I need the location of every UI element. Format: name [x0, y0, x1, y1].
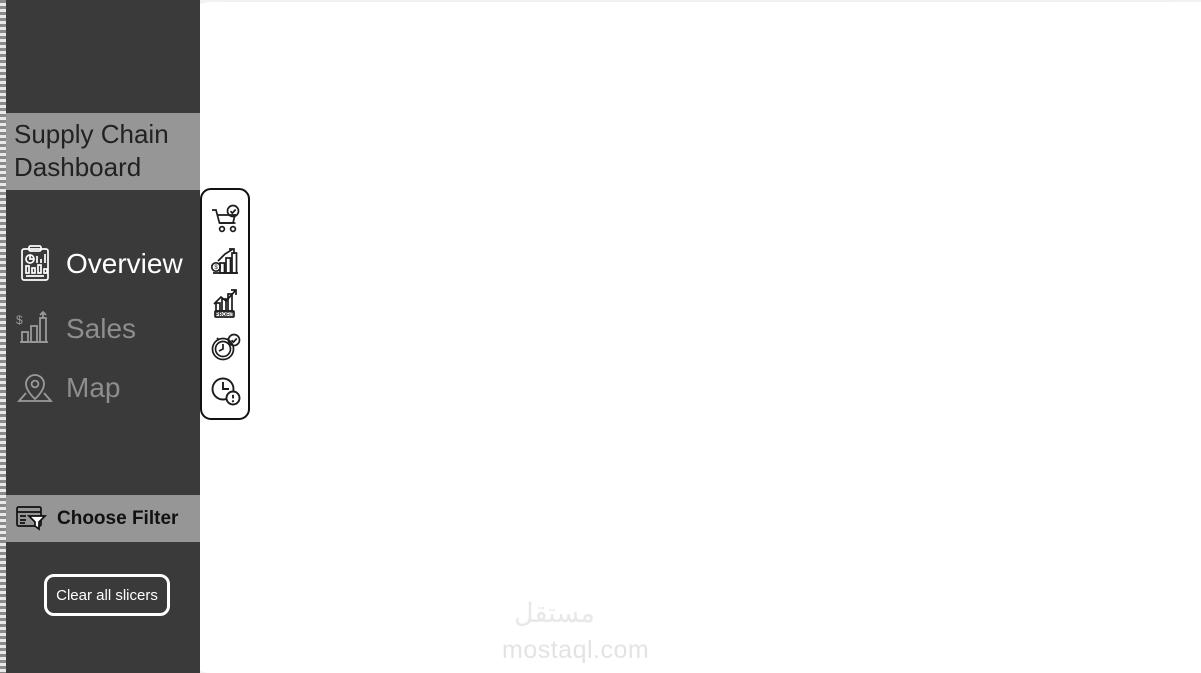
shopping-cart-check-icon	[209, 202, 242, 235]
sidebar-item-overview[interactable]: Overview	[6, 238, 200, 290]
sidebar-title: Supply Chain Dashboard	[6, 113, 200, 190]
left-sidebar: Supply Chain Dashboard Overview	[6, 0, 200, 673]
choose-filter-section[interactable]: Choose Filter	[6, 495, 200, 542]
map-pin-icon	[14, 367, 56, 409]
clock-alert-icon	[209, 373, 242, 406]
choose-filter-label: Choose Filter	[57, 508, 178, 530]
profit-growth-icon: PROFIT	[209, 287, 242, 320]
svg-text:PROFIT: PROFIT	[215, 312, 233, 318]
dollar-bar-chart-icon: $	[14, 308, 56, 350]
sidebar-item-sales[interactable]: $ Sales	[6, 303, 200, 355]
kpi-icon-strip: $ PROFIT	[200, 188, 250, 420]
filter-form-icon	[14, 502, 48, 536]
sidebar-item-overview-label: Overview	[66, 248, 183, 280]
sidebar-item-map-label: Map	[66, 372, 120, 404]
svg-text:$: $	[16, 313, 23, 327]
clock-check-icon	[209, 330, 242, 363]
power-bi-dashboard: Supply Chain Dashboard Overview	[0, 0, 1201, 673]
ruler-strip	[0, 0, 6, 673]
clear-all-slicers-button[interactable]: Clear all slicers	[44, 574, 170, 616]
sidebar-item-map[interactable]: Map	[6, 362, 200, 414]
dashboard-report-icon	[14, 243, 56, 285]
report-canvas	[188, 2, 1201, 673]
coins-bar-chart-icon: $	[209, 245, 242, 278]
sidebar-item-sales-label: Sales	[66, 313, 136, 345]
